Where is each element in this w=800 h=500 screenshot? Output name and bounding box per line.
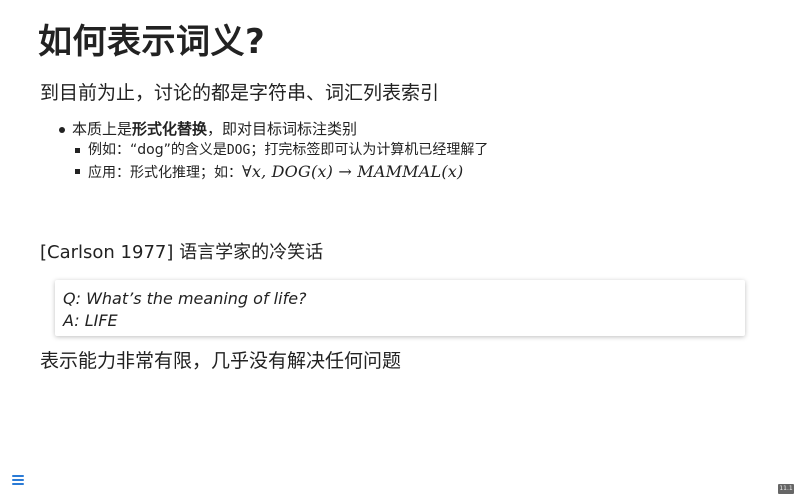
bullet-main-suffix: ，即对目标词标注类别 [207,120,358,138]
slide-number: 11.1 [778,484,794,494]
bullet-application: 应用：形式化推理；如：∀x, DOG(x) → MAMMAL(x) [40,161,740,184]
bullet-example-prefix: 例如：“dog”的含义是 [88,142,227,158]
bullet-application-prefix: 应用：形式化推理；如： [88,165,242,181]
quote-box: Q: What’s the meaning of life? A: LIFE [55,280,745,336]
bullet-list: 本质上是形式化替换，即对目标词标注类别 例如：“dog”的含义是DOG；打完标签… [40,118,740,184]
menu-icon-line [12,483,24,485]
slide-subtitle: 到目前为止，讨论的都是字符串、词汇列表索引 [40,82,440,104]
quote-title: [Carlson 1977] 语言学家的冷笑话 [40,242,324,263]
slide-content: 如何表示词义? 到目前为止，讨论的都是字符串、词汇列表索引 本质上是形式化替换，… [0,0,800,500]
quote-line-answer: A: LIFE [63,311,118,330]
menu-icon-line [12,479,24,481]
bullet-example-suffix: ；打完标签即可认为计算机已经理解了 [250,142,489,158]
slide-conclusion: 表示能力非常有限，几乎没有解决任何问题 [40,350,402,372]
bullet-main-prefix: 本质上是 [72,120,133,138]
menu-icon[interactable] [12,474,24,486]
bullet-main-bold-text: 形式化替换 [132,120,208,138]
slide-title: 如何表示词义? [38,22,266,62]
bullet-example-code: DOG [226,143,251,158]
quote-line-question: Q: What’s the meaning of life? [63,289,307,308]
menu-icon-line [12,475,24,477]
bullet-example: 例如：“dog”的含义是DOG；打完标签即可认为计算机已经理解了 [40,140,740,161]
bullet-application-math: ∀x, DOG(x) → MAMMAL(x) [242,162,464,181]
bullet-main: 本质上是形式化替换，即对目标词标注类别 [40,118,740,140]
